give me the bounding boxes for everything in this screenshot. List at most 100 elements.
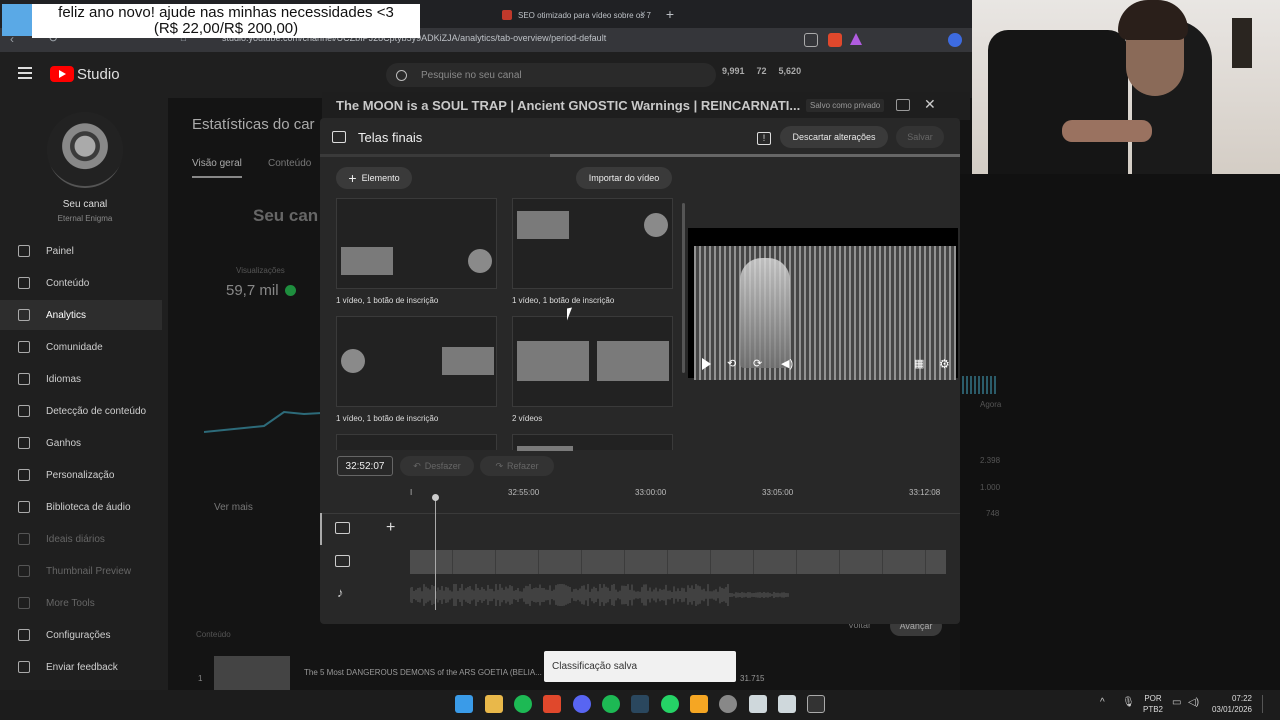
gear-icon xyxy=(18,629,30,641)
browser-tab[interactable]: SEO otimizado para vídeo sobre os 7 xyxy=(494,4,658,26)
settings-gear-icon[interactable]: ⚙ xyxy=(939,357,950,371)
close-icon[interactable]: ✕ xyxy=(924,96,936,113)
template-card[interactable] xyxy=(512,434,673,451)
channel-avatar[interactable] xyxy=(47,112,123,188)
add-element-button[interactable]: + Elemento xyxy=(336,167,412,189)
brave-shield-icon[interactable] xyxy=(828,33,842,47)
video-track[interactable] xyxy=(410,550,946,574)
end-screen-icon xyxy=(332,131,346,143)
template-card[interactable] xyxy=(512,316,673,407)
sidebar-item[interactable]: Conteúdo xyxy=(0,268,162,298)
new-tab-button[interactable]: + xyxy=(662,4,678,24)
sidebar-item[interactable]: Comunidade xyxy=(0,332,162,362)
right-value-3: 748 xyxy=(986,509,1000,518)
template-card[interactable] xyxy=(336,434,497,450)
sidebar-item[interactable]: More Tools xyxy=(0,588,162,618)
sidebar-item[interactable]: Detecção de conteúdo xyxy=(0,396,162,426)
sidebar-item[interactable]: Configurações xyxy=(0,620,162,650)
share-icon[interactable] xyxy=(804,33,818,47)
playhead-handle[interactable] xyxy=(432,494,439,501)
row-title[interactable]: The 5 Most DANGEROUS DEMONS of the ARS G… xyxy=(304,668,542,677)
capcut-icon[interactable] xyxy=(807,695,825,713)
forward-10-icon[interactable]: ⟳ xyxy=(753,357,762,370)
sidebar-item[interactable]: Personalização xyxy=(0,460,162,490)
volume-tray-icon[interactable]: ◁) xyxy=(1188,697,1199,708)
show-desktop-button[interactable] xyxy=(1262,695,1272,713)
save-button[interactable]: Salvar xyxy=(896,126,944,148)
sidebar-item-label: Personalização xyxy=(46,469,115,481)
whatsapp-icon[interactable] xyxy=(661,695,679,713)
rewind-10-icon[interactable]: ⟲ xyxy=(727,357,736,370)
studio-logo-text[interactable]: Studio xyxy=(77,66,120,83)
ideas-icon xyxy=(18,533,30,545)
obs-icon[interactable] xyxy=(719,695,737,713)
loading-bar xyxy=(320,154,960,157)
menu-icon[interactable] xyxy=(18,67,32,79)
language-indicator[interactable]: POR PTB2 xyxy=(1140,693,1166,715)
brave-rewards-icon[interactable] xyxy=(850,33,862,45)
file-explorer-icon[interactable] xyxy=(485,695,503,713)
notepad-icon[interactable] xyxy=(778,695,796,713)
elements-track-icon xyxy=(335,522,350,534)
row-number: 1 xyxy=(198,674,203,683)
template-label: 1 vídeo, 1 botão de inscrição xyxy=(512,296,615,305)
spotify-alt-icon[interactable] xyxy=(602,695,620,713)
visibility-status: Salvo como privado xyxy=(806,99,885,112)
banner-line2: (R$ 22,00/R$ 200,00) xyxy=(153,20,299,37)
steam-icon[interactable] xyxy=(631,695,649,713)
undo-button[interactable]: ↶ Desfazer xyxy=(400,456,474,476)
video-thumbnail[interactable] xyxy=(214,656,290,690)
discard-changes-button[interactable]: Descartar alterações xyxy=(780,126,888,148)
feedback-icon[interactable] xyxy=(896,99,910,111)
add-element-icon[interactable]: + xyxy=(386,519,395,537)
template-card[interactable] xyxy=(336,198,497,289)
tab-overview[interactable]: Visão geral xyxy=(192,158,242,169)
microphone-icon[interactable]: 🎙 xyxy=(1122,697,1135,708)
channel-handle: Eternal Enigma xyxy=(57,214,113,223)
network-icon[interactable]: ▭ xyxy=(1172,697,1181,708)
sidebar-item[interactable]: Idiomas xyxy=(0,364,162,394)
discord-icon[interactable] xyxy=(573,695,591,713)
template-card[interactable] xyxy=(336,316,497,407)
extension-icon[interactable] xyxy=(948,33,962,47)
tab-close-icon[interactable]: × xyxy=(640,4,654,24)
sidebar-item[interactable]: Analytics xyxy=(0,300,162,330)
templates-scrollbar[interactable] xyxy=(682,203,685,373)
ruler-tick-label: 33:12:08 xyxy=(909,488,941,497)
sidebar-item[interactable]: Biblioteca de áudio xyxy=(0,492,162,522)
brave-browser-icon[interactable] xyxy=(543,695,561,713)
spotify-icon[interactable] xyxy=(514,695,532,713)
see-more-button[interactable]: Ver mais xyxy=(214,502,253,513)
youtube-logo-icon[interactable] xyxy=(50,66,74,82)
clock[interactable]: 07:22 03/01/2026 xyxy=(1204,693,1252,715)
sidebar-item[interactable]: Thumbnail Preview xyxy=(0,556,162,586)
search-input[interactable]: Pesquise no seu canal xyxy=(386,63,716,87)
donation-banner: feliz ano novo! ajude nas minhas necessi… xyxy=(32,4,420,38)
app-icon[interactable] xyxy=(690,695,708,713)
timecode-field[interactable]: 32:52:07 xyxy=(337,456,393,476)
subtitles-icon xyxy=(18,373,30,385)
sidebar-item[interactable]: Ganhos xyxy=(0,428,162,458)
sidebar-item-label: Idiomas xyxy=(46,373,82,385)
start-icon[interactable] xyxy=(455,695,473,713)
sidebar-item-label: Detecção de conteúdo xyxy=(46,405,147,417)
play-icon[interactable] xyxy=(702,358,711,370)
sidebar-item[interactable]: Enviar feedback xyxy=(0,652,162,682)
playhead[interactable] xyxy=(435,497,436,610)
thumbnail-icon xyxy=(18,565,30,577)
sidebar-item[interactable]: Ideais diários xyxy=(0,524,162,554)
alert-icon[interactable]: ! xyxy=(757,132,771,145)
import-from-video-button[interactable]: Importar do vídeo xyxy=(576,167,672,189)
tray-chevron-icon[interactable]: ^ xyxy=(1100,697,1105,708)
redo-button[interactable]: ↷ Refazer xyxy=(480,456,554,476)
tab-content[interactable]: Conteúdo xyxy=(268,158,311,169)
grid-icon[interactable]: ▦ xyxy=(914,357,924,370)
sidebar-item-label: Biblioteca de áudio xyxy=(46,501,131,513)
template-label: 1 vídeo, 1 botão de inscrição xyxy=(336,296,439,305)
calculator-icon[interactable] xyxy=(749,695,767,713)
template-label: 2 vídeos xyxy=(512,414,543,423)
sidebar-item[interactable]: Painel xyxy=(0,236,162,266)
template-video-slot xyxy=(442,347,494,375)
volume-icon[interactable]: ◀) xyxy=(781,357,793,370)
template-card[interactable] xyxy=(512,198,673,289)
